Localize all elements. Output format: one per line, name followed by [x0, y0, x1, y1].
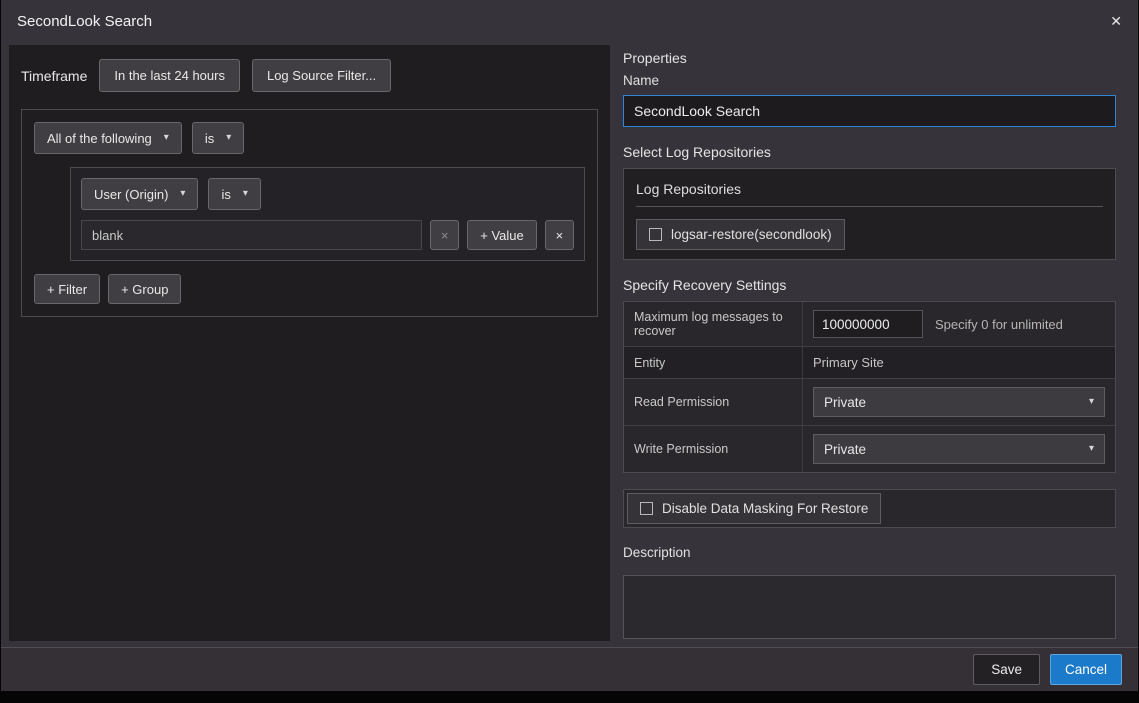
timeframe-label: Timeframe: [21, 68, 87, 84]
description-label: Description: [623, 545, 1116, 560]
chevron-down-icon: ▾: [1089, 444, 1094, 454]
entity-value-cell: Primary Site: [802, 347, 1115, 378]
disable-masking-label: Disable Data Masking For Restore: [662, 501, 868, 516]
read-permission-value: Private: [824, 395, 866, 410]
max-messages-label: Maximum log messages to recover: [624, 302, 802, 346]
recovery-settings-label: Specify Recovery Settings: [623, 277, 1116, 293]
filter-field-dropdown[interactable]: User (Origin) ▾: [81, 178, 198, 210]
dialog-title: SecondLook Search: [17, 13, 152, 30]
secondlook-search-dialog: SecondLook Search ✕ Timeframe In the las…: [1, 0, 1138, 691]
chevron-down-icon: ▾: [1089, 397, 1094, 407]
log-source-filter-button[interactable]: Log Source Filter...: [252, 59, 391, 92]
entity-row: Entity Primary Site: [624, 347, 1115, 379]
group-operator-value: All of the following: [47, 131, 152, 146]
entity-label: Entity: [624, 347, 802, 378]
filter-builder-panel: Timeframe In the last 24 hours Log Sourc…: [9, 45, 610, 641]
filter-operator-value: is: [221, 187, 230, 202]
read-permission-value-cell: Private ▾: [802, 379, 1115, 425]
repo-item-label: logsar-restore(secondlook): [671, 227, 832, 242]
titlebar: SecondLook Search ✕: [1, 0, 1138, 42]
group-operator-row: All of the following ▾ is ▾: [34, 122, 585, 154]
chevron-down-icon: ▾: [180, 189, 185, 199]
add-value-button[interactable]: + Value: [467, 220, 537, 250]
remove-filter-button[interactable]: ×: [545, 220, 574, 250]
recovery-settings-table: Maximum log messages to recover Specify …: [623, 301, 1116, 473]
write-permission-dropdown[interactable]: Private ▾: [813, 434, 1105, 464]
read-permission-row: Read Permission Private ▾: [624, 379, 1115, 426]
description-textarea[interactable]: [623, 575, 1116, 639]
group-actions-row: + Filter + Group: [34, 274, 585, 304]
read-permission-label: Read Permission: [624, 379, 802, 425]
log-repositories-header: Log Repositories: [636, 181, 1103, 207]
properties-panel: Properties Name Select Log Repositories …: [623, 50, 1116, 644]
add-group-button[interactable]: + Group: [108, 274, 181, 304]
filter-value-field[interactable]: blank: [81, 220, 422, 250]
cancel-button[interactable]: Cancel: [1050, 654, 1122, 685]
timeframe-row: Timeframe In the last 24 hours Log Sourc…: [21, 59, 598, 92]
group-condition-dropdown[interactable]: is ▾: [192, 122, 244, 154]
add-filter-button[interactable]: + Filter: [34, 274, 100, 304]
repo-checkbox-item[interactable]: logsar-restore(secondlook): [636, 219, 845, 250]
group-condition-value: is: [205, 131, 214, 146]
properties-label: Properties: [623, 50, 1116, 66]
remove-value-button[interactable]: ×: [430, 220, 459, 250]
timeframe-button[interactable]: In the last 24 hours: [99, 59, 240, 92]
filter-operator-dropdown[interactable]: is ▾: [208, 178, 260, 210]
max-messages-hint: Specify 0 for unlimited: [935, 317, 1063, 332]
footer-bar: Save Cancel: [1, 647, 1138, 691]
checkbox-icon[interactable]: [649, 228, 662, 241]
entity-value: Primary Site: [813, 355, 884, 370]
chevron-down-icon: ▾: [164, 133, 169, 143]
group-operator-dropdown[interactable]: All of the following ▾: [34, 122, 182, 154]
max-messages-value-cell: Specify 0 for unlimited: [802, 302, 1115, 346]
close-icon[interactable]: ✕: [1110, 14, 1122, 28]
disable-masking-checkbox-item[interactable]: Disable Data Masking For Restore: [627, 493, 881, 524]
chevron-down-icon: ▾: [243, 189, 248, 199]
save-button[interactable]: Save: [973, 654, 1040, 685]
filter-field-value: User (Origin): [94, 187, 168, 202]
log-repositories-box: Log Repositories logsar-restore(secondlo…: [623, 168, 1116, 260]
filter-group-box: All of the following ▾ is ▾ User (Origin…: [21, 109, 598, 317]
select-repos-label: Select Log Repositories: [623, 144, 1116, 160]
filter-field-row: User (Origin) ▾ is ▾: [81, 178, 574, 210]
write-permission-row: Write Permission Private ▾: [624, 426, 1115, 472]
name-input[interactable]: [623, 95, 1116, 127]
chevron-down-icon: ▾: [226, 133, 231, 143]
filter-value-row: blank × + Value ×: [81, 220, 574, 250]
read-permission-dropdown[interactable]: Private ▾: [813, 387, 1105, 417]
filter-row-box: User (Origin) ▾ is ▾ blank × + Value ×: [70, 167, 585, 261]
checkbox-icon[interactable]: [640, 502, 653, 515]
max-messages-row: Maximum log messages to recover Specify …: [624, 302, 1115, 347]
masking-box: Disable Data Masking For Restore: [623, 489, 1116, 528]
write-permission-value-cell: Private ▾: [802, 426, 1115, 472]
name-label: Name: [623, 73, 1116, 88]
write-permission-value: Private: [824, 442, 866, 457]
filter-value-text: blank: [92, 228, 123, 243]
max-messages-input[interactable]: [813, 310, 923, 338]
write-permission-label: Write Permission: [624, 426, 802, 472]
